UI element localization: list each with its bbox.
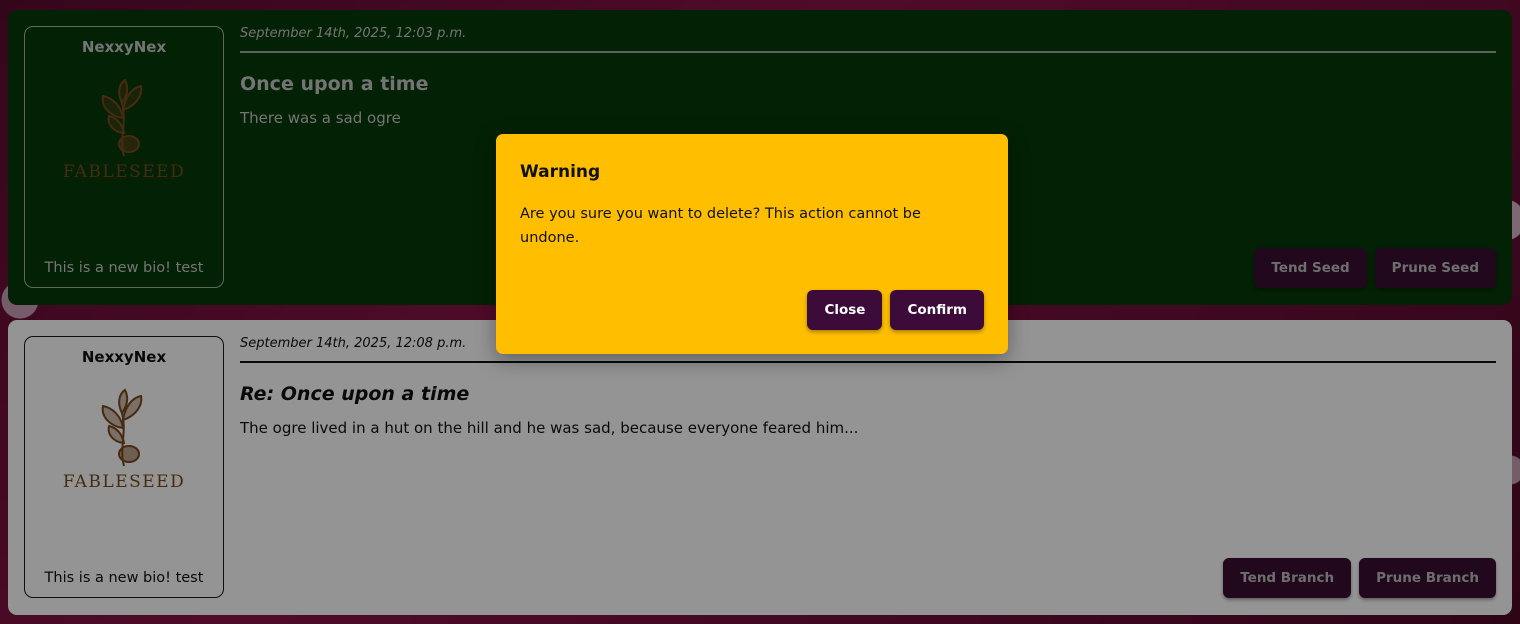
- confirm-button[interactable]: Confirm: [890, 290, 984, 330]
- modal-actions: Close Confirm: [807, 290, 984, 330]
- modal-title: Warning: [520, 162, 601, 182]
- modal-message: Are you sure you want to delete? This ac…: [520, 206, 921, 246]
- delete-warning-modal: Warning Are you sure you want to delete?…: [496, 134, 1008, 354]
- close-button[interactable]: Close: [807, 290, 883, 330]
